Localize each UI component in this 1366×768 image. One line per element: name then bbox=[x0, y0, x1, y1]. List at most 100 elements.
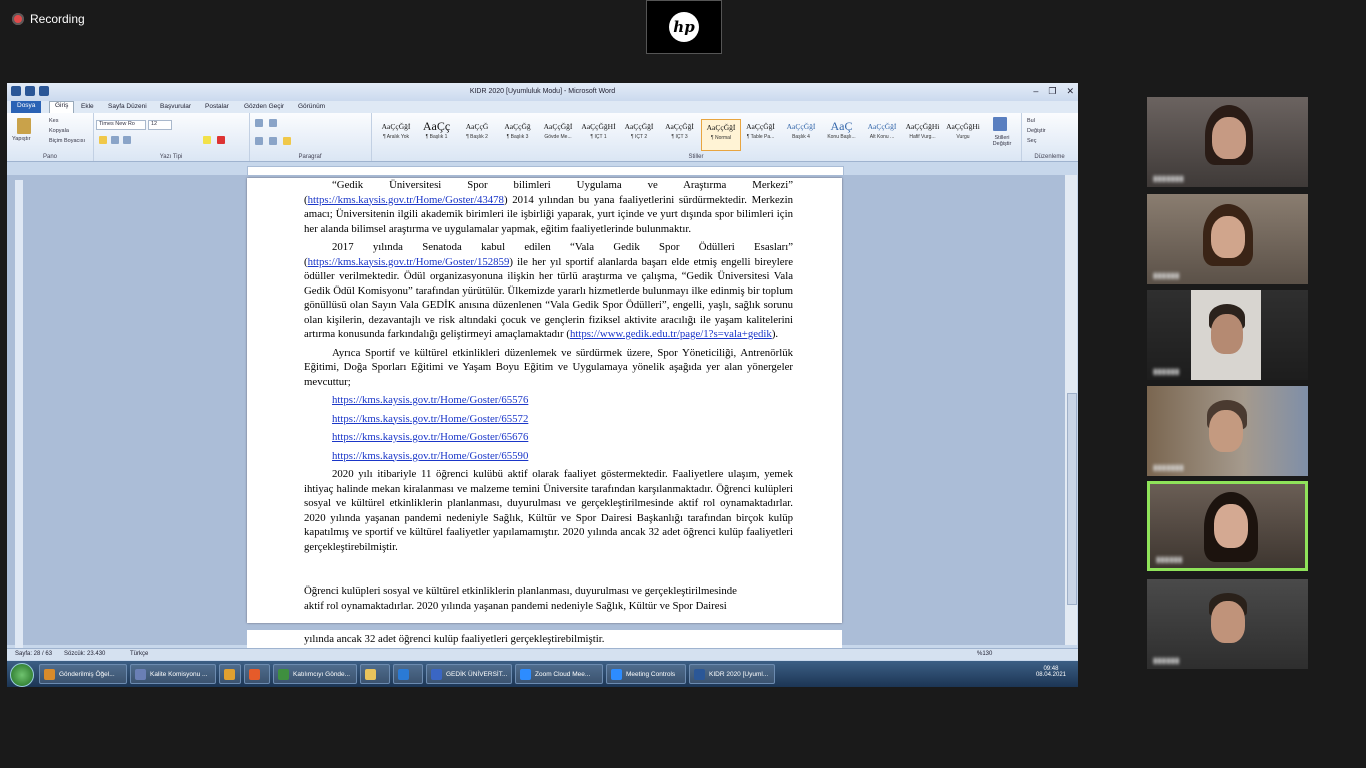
vertical-ruler[interactable] bbox=[15, 180, 23, 660]
font-color-icon[interactable] bbox=[217, 136, 225, 144]
tab-sayfa-duzeni[interactable]: Sayfa Düzeni bbox=[108, 103, 147, 110]
tab-giris[interactable]: Giriş bbox=[49, 101, 75, 113]
restore-icon[interactable]: ❐ bbox=[1048, 86, 1056, 97]
align-center-icon[interactable] bbox=[269, 137, 277, 145]
tab-gozden-gecir[interactable]: Gözden Geçir bbox=[244, 103, 284, 110]
tab-dosya[interactable]: Dosya bbox=[11, 101, 42, 113]
font-size-box[interactable]: 12 bbox=[148, 120, 172, 130]
taskbar-item-label: KIDR 2020 [Uyuml... bbox=[709, 670, 769, 678]
start-button[interactable] bbox=[10, 663, 34, 687]
tab-gorunum[interactable]: Görünüm bbox=[298, 103, 325, 110]
style-7[interactable]: AaÇçĞğİ ¶ İÇT 3 bbox=[661, 119, 699, 149]
style-12[interactable]: AaÇçĞğİ Alt Konu ... bbox=[863, 119, 901, 149]
select-button[interactable]: Seç bbox=[1027, 138, 1036, 144]
change-styles-button[interactable]: Stilleri Değiştir bbox=[989, 135, 1015, 147]
style-13[interactable]: AaÇçĞğHi Hafif Vurg... bbox=[904, 119, 942, 149]
tab-ekle[interactable]: Ekle bbox=[81, 103, 94, 110]
taskbar-item-2[interactable] bbox=[219, 664, 241, 684]
find-button[interactable]: Bul bbox=[1027, 118, 1035, 124]
status-page[interactable]: Sayfa: 28 / 63 bbox=[15, 651, 52, 657]
tab-basvurular[interactable]: Başvurular bbox=[160, 103, 191, 110]
taskbar-item-6[interactable] bbox=[393, 664, 423, 684]
style-name: Hafif Vurg... bbox=[909, 134, 936, 140]
app-icon bbox=[611, 668, 622, 680]
highlight-icon[interactable] bbox=[203, 136, 211, 144]
minimize-icon[interactable]: – bbox=[1033, 86, 1038, 97]
app-icon bbox=[365, 668, 376, 680]
style-name: ¶ Aralık Yok bbox=[382, 134, 410, 140]
active-speaker-thumbnail[interactable]: hp bbox=[646, 0, 722, 54]
taskbar-item-4[interactable]: Katılımcıyı Gönde... bbox=[273, 664, 357, 684]
style-0[interactable]: AaÇçĞğİ ¶ Aralık Yok bbox=[377, 119, 415, 149]
bullets-icon[interactable] bbox=[255, 119, 263, 127]
participant-video[interactable]: ▮▮▮▮▮▮ bbox=[1147, 290, 1308, 380]
taskbar-item-10[interactable]: KIDR 2020 [Uyuml... bbox=[689, 664, 775, 684]
participant-video[interactable]: ▮▮▮▮▮▮ bbox=[1147, 579, 1308, 669]
recording-label: Recording bbox=[30, 12, 85, 26]
taskbar-item-1[interactable]: Kalite Komisyonu ... bbox=[130, 664, 216, 684]
style-8[interactable]: AaÇçĞğİ ¶ Normal bbox=[701, 119, 741, 151]
link-65576[interactable]: https://kms.kaysis.gov.tr/Home/Goster/65… bbox=[332, 393, 793, 408]
style-5[interactable]: AaÇçĞğHİ ¶ İÇT 1 bbox=[580, 119, 618, 149]
app-icon bbox=[398, 668, 409, 680]
status-zoom[interactable]: %130 bbox=[977, 651, 992, 657]
replace-button[interactable]: Değiştir bbox=[1027, 128, 1046, 134]
numbering-icon[interactable] bbox=[269, 119, 277, 127]
justify-icon[interactable] bbox=[283, 137, 291, 145]
taskbar-item-label: Zoom Cloud Mee... bbox=[535, 670, 591, 678]
style-3[interactable]: AaÇçĞğ ¶ Başlık 3 bbox=[499, 119, 537, 149]
bold-icon[interactable] bbox=[99, 136, 107, 144]
style-6[interactable]: AaÇçĞğİ ¶ İÇT 2 bbox=[620, 119, 658, 149]
scrollbar-thumb[interactable] bbox=[1067, 393, 1077, 605]
participant-video[interactable]: ▮▮▮▮▮▮▮ bbox=[1147, 386, 1308, 476]
link-65572[interactable]: https://kms.kaysis.gov.tr/Home/Goster/65… bbox=[332, 412, 793, 427]
style-1[interactable]: AaÇç ¶ Başlık 1 bbox=[418, 119, 456, 149]
taskbar-item-9[interactable]: Meeting Controls bbox=[606, 664, 686, 684]
align-left-icon[interactable] bbox=[255, 137, 263, 145]
copy-button[interactable]: Kopyala bbox=[49, 128, 69, 134]
taskbar-item-8[interactable]: Zoom Cloud Mee... bbox=[515, 664, 603, 684]
taskbar-item-0[interactable]: Gönderilmiş Öğel... bbox=[39, 664, 127, 684]
style-14[interactable]: AaÇçĞğHi Vurgu bbox=[944, 119, 982, 149]
link-152859[interactable]: https://kms.kaysis.gov.tr/Home/Goster/15… bbox=[308, 256, 510, 268]
style-11[interactable]: AaÇ Konu Başlı... bbox=[823, 119, 861, 149]
paste-button[interactable]: Yapıştır bbox=[12, 136, 31, 142]
app-icon bbox=[431, 668, 442, 680]
link-65590[interactable]: https://kms.kaysis.gov.tr/Home/Goster/65… bbox=[332, 449, 793, 464]
horizontal-ruler[interactable] bbox=[247, 166, 844, 176]
style-4[interactable]: AaÇçĞğİ Gövde Me... bbox=[539, 119, 577, 149]
document-page[interactable]: “Gedik Üniversitesi Spor bilimleri Uygul… bbox=[247, 178, 842, 623]
taskbar-item-5[interactable] bbox=[360, 664, 390, 684]
style-9[interactable]: AaÇçĞğİ ¶ Table Pa... bbox=[742, 119, 780, 149]
participant-video[interactable]: ▮▮▮▮▮▮ bbox=[1147, 194, 1308, 284]
shared-screen: KIDR 2020 [Uyumluluk Modu] - Microsoft W… bbox=[7, 83, 1078, 687]
taskbar-item-3[interactable] bbox=[244, 664, 270, 684]
style-preview: AaÇçĞğHİ bbox=[581, 122, 616, 131]
font-name-box[interactable]: Times New Ro bbox=[96, 120, 146, 130]
status-words[interactable]: Sözcük: 23.430 bbox=[64, 651, 105, 657]
link-gedik-vala[interactable]: https://www.gedik.edu.tr/page/1?s=vala+g… bbox=[570, 328, 772, 340]
close-icon[interactable]: ✕ bbox=[1066, 86, 1074, 97]
format-painter-button[interactable]: Biçim Boyacısı bbox=[49, 138, 85, 144]
style-name: ¶ Başlık 3 bbox=[506, 134, 529, 140]
status-language[interactable]: Türkçe bbox=[130, 651, 148, 657]
cut-button[interactable]: Kes bbox=[49, 118, 58, 124]
link-43478[interactable]: https://kms.kaysis.gov.tr/Home/Goster/43… bbox=[308, 194, 504, 206]
italic-icon[interactable] bbox=[111, 136, 119, 144]
link-65676[interactable]: https://kms.kaysis.gov.tr/Home/Goster/65… bbox=[332, 430, 793, 445]
style-10[interactable]: AaÇçĞğİ Başlık 4 bbox=[782, 119, 820, 149]
style-2[interactable]: AaÇçĞ ¶ Başlık 2 bbox=[458, 119, 496, 149]
tab-postalar[interactable]: Postalar bbox=[205, 103, 229, 110]
underline-icon[interactable] bbox=[123, 136, 131, 144]
document-body[interactable]: “Gedik Üniversitesi Spor bilimleri Uygul… bbox=[304, 178, 793, 558]
change-styles-icon[interactable] bbox=[993, 117, 1007, 131]
document-page-next[interactable]: yılında ancak 32 adet öğrenci kulüp faal… bbox=[247, 630, 842, 648]
system-clock[interactable]: 09:48 08.04.2021 bbox=[1036, 666, 1066, 678]
participant-video[interactable]: ▮▮▮▮▮▮▮ bbox=[1147, 97, 1308, 187]
participant-video-active-speaker[interactable]: ▮▮▮▮▮▮ bbox=[1147, 481, 1308, 571]
paste-icon[interactable] bbox=[17, 118, 31, 134]
style-preview: AaÇçĞğ bbox=[504, 122, 531, 131]
recording-indicator[interactable]: Recording bbox=[12, 12, 85, 26]
style-preview: AaÇç bbox=[422, 119, 451, 133]
taskbar-item-7[interactable]: GEDİK ÜNİVERSİT... bbox=[426, 664, 512, 684]
